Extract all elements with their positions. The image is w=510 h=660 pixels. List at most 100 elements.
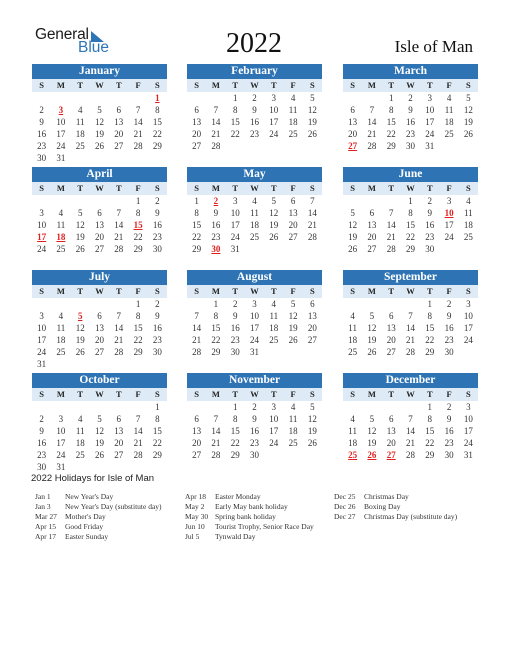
weekday-label: T <box>426 286 433 296</box>
date-cell: 16 <box>425 220 435 230</box>
weekday-label: M <box>56 183 65 193</box>
date-cell: 18 <box>444 117 454 127</box>
holiday-date-cell: 15 <box>133 220 143 230</box>
date-cell: 7 <box>408 311 413 321</box>
month-header: August <box>187 270 322 285</box>
date-cell: 24 <box>37 244 47 254</box>
date-cell: 7 <box>408 414 413 424</box>
date-cell: 8 <box>408 208 413 218</box>
date-cell: 3 <box>466 299 471 309</box>
holiday-date: May 30 <box>185 512 209 521</box>
date-cell: 24 <box>269 129 279 139</box>
date-cell: 25 <box>56 347 66 357</box>
date-cell: 15 <box>386 117 396 127</box>
date-cell: 26 <box>348 244 358 254</box>
holiday-list-item: Apr 18 Easter Monday <box>185 492 314 502</box>
holiday-list-item: Dec 27 Christmas Day (substitute day) <box>334 512 457 522</box>
weekday-label: M <box>367 80 376 90</box>
date-cell: 7 <box>310 196 315 206</box>
date-cell: 18 <box>75 438 85 448</box>
date-cell: 5 <box>77 208 83 218</box>
date-cell: 10 <box>463 414 473 424</box>
weekday-label: W <box>406 286 415 296</box>
weekday-label: W <box>406 389 415 399</box>
weekday-label: W <box>250 183 259 193</box>
weekday-label: S <box>39 80 44 90</box>
date-cell: 18 <box>288 117 298 127</box>
weekday-label: M <box>367 183 376 193</box>
date-cell: 27 <box>94 347 104 357</box>
weekday-label: S <box>39 286 44 296</box>
empty-date-cell <box>71 195 90 207</box>
date-cell: 15 <box>192 220 202 230</box>
date-cell: 5 <box>310 93 315 103</box>
date-cell: 20 <box>114 438 124 448</box>
date-cell: 28 <box>405 347 415 357</box>
weekday-header-row: SMTWTFS <box>32 388 167 401</box>
empty-date-cell <box>148 461 167 473</box>
empty-date-cell <box>245 243 264 255</box>
empty-date-cell <box>109 401 128 413</box>
date-cell: 4 <box>58 311 64 321</box>
date-cell: 17 <box>425 117 435 127</box>
month-header: January <box>32 64 167 79</box>
date-cell: 24 <box>56 141 66 151</box>
date-cell: 5 <box>290 299 296 309</box>
date-cell: 28 <box>307 232 317 242</box>
date-cell: 10 <box>249 311 259 321</box>
empty-date-cell <box>90 358 109 370</box>
date-cell: 8 <box>194 208 199 218</box>
weekday-label: S <box>309 80 315 90</box>
empty-date-cell <box>128 358 147 370</box>
holidays-column: Jan 1 New Year's Day Jan 3 New Year's Day (… <box>35 492 162 542</box>
date-cell: 18 <box>463 220 473 230</box>
empty-date-cell <box>187 92 206 104</box>
date-cell: 3 <box>271 402 277 412</box>
empty-date-cell <box>264 140 283 152</box>
date-cell: 18 <box>56 335 66 345</box>
empty-date-cell <box>128 401 147 413</box>
weekday-label: T <box>115 80 122 90</box>
date-cell: 28 <box>211 450 221 460</box>
date-cell: 21 <box>192 335 202 345</box>
date-cell: 10 <box>463 311 473 321</box>
date-cell: 29 <box>133 347 143 357</box>
date-cell: 10 <box>37 323 47 333</box>
weekday-label: T <box>270 80 277 90</box>
empty-date-cell <box>51 92 70 104</box>
empty-date-cell <box>51 298 70 310</box>
date-grid: 1 2 3 4 5 6 7 8 9 10 11 12 13 14 15 16 17 18 19 20 21 22 23 24 2… <box>32 401 167 473</box>
weekday-label: S <box>465 80 471 90</box>
holiday-date-cell: 18 <box>56 232 66 242</box>
weekday-label: T <box>77 80 84 90</box>
date-cell: 19 <box>463 117 473 127</box>
date-cell: 7 <box>369 105 375 115</box>
date-cell: 25 <box>348 347 358 357</box>
date-cell: 23 <box>444 438 454 448</box>
date-cell: 17 <box>463 426 473 436</box>
weekday-header-row: SMTWTFS <box>187 388 322 401</box>
empty-date-cell <box>109 461 128 473</box>
empty-date-cell <box>283 243 302 255</box>
date-cell: 19 <box>94 129 104 139</box>
date-cell: 16 <box>444 426 454 436</box>
weekday-header-row: SMTWTFS <box>187 79 322 92</box>
empty-date-cell <box>459 140 478 152</box>
date-cell: 28 <box>211 141 221 151</box>
date-cell: 24 <box>269 438 279 448</box>
holidays-column: Dec 25 Christmas Day Dec 26 Boxing Day Dec 2… <box>334 492 457 522</box>
date-cell: 3 <box>271 93 277 103</box>
empty-date-cell <box>382 298 401 310</box>
date-cell: 10 <box>425 105 435 115</box>
date-grid: 1 2 3 4 5 6 7 8 9 10 11 12 13 14 15 16 17 18 19 20 21 22 23 24 2… <box>187 401 322 461</box>
empty-date-cell <box>264 243 283 255</box>
date-cell: 10 <box>56 117 66 127</box>
date-cell: 23 <box>230 335 240 345</box>
weekday-label: F <box>135 286 141 296</box>
empty-date-cell <box>362 401 381 413</box>
weekday-label: F <box>135 183 141 193</box>
date-cell: 29 <box>152 141 162 151</box>
weekday-label: T <box>270 286 277 296</box>
date-cell: 26 <box>94 450 104 460</box>
date-cell: 25 <box>288 129 298 139</box>
